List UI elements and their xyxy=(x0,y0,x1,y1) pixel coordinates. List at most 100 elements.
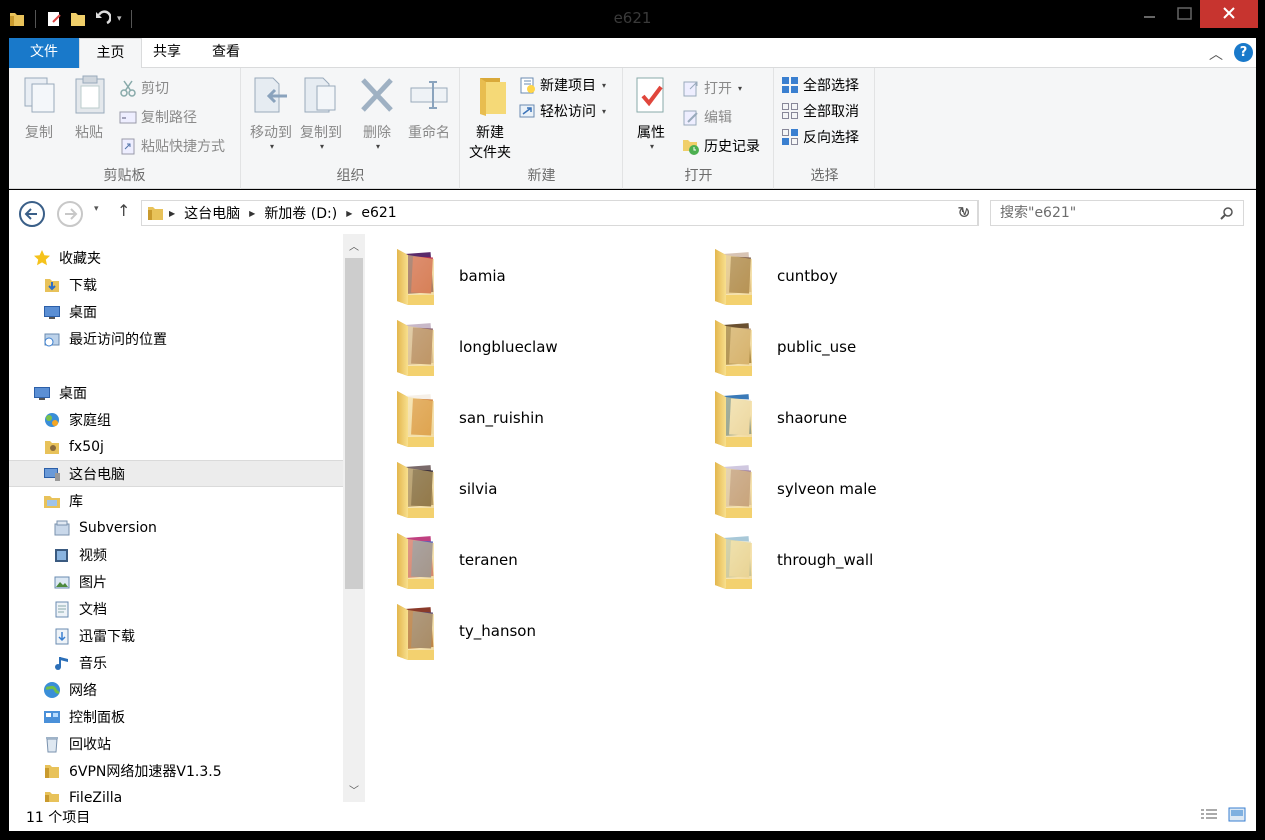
easy-access-button[interactable]: 轻松访问 ▾ xyxy=(518,100,606,122)
select-group: 全部选择 全部取消 反向选择 选择 xyxy=(775,68,875,189)
new-group-label: 新建 xyxy=(527,168,556,184)
nav-network[interactable]: 网络 xyxy=(43,676,97,703)
downloads-folder-icon xyxy=(45,278,59,292)
music-icon xyxy=(55,656,68,670)
select-none-button[interactable]: 全部取消 xyxy=(781,100,859,122)
folder-thumbnail-icon xyxy=(394,600,444,662)
edit-button[interactable]: 编辑 xyxy=(682,106,732,128)
search-box[interactable]: 搜索"e621" xyxy=(990,200,1244,226)
breadcrumb-separator-icon[interactable]: ▶ xyxy=(346,209,352,218)
nav-documents[interactable]: 文档 xyxy=(53,595,107,622)
history-button[interactable]: 历史记录 xyxy=(682,135,760,157)
nav-filezilla-folder[interactable]: FileZilla xyxy=(43,784,122,802)
folder-item[interactable]: through_wall xyxy=(712,528,873,592)
scrollbar-thumb[interactable] xyxy=(345,258,363,589)
rename-label: 重命名 xyxy=(408,125,450,141)
breadcrumb-drive-d[interactable]: 新加卷 (D:) xyxy=(264,203,337,223)
search-placeholder: 搜索"e621" xyxy=(1000,205,1077,221)
copy-button[interactable]: 复制 xyxy=(17,74,61,142)
tab-share[interactable]: 共享 xyxy=(142,38,192,68)
breadcrumb-separator-icon[interactable]: ▶ xyxy=(169,209,175,218)
folder-item[interactable]: longblueclaw xyxy=(394,315,558,379)
nav-recent-places[interactable]: 最近访问的位置 xyxy=(43,325,167,352)
copy-to-button[interactable]: 复制到 ▾ xyxy=(297,74,345,151)
scroll-up-arrow-icon[interactable]: ︿ xyxy=(343,238,365,258)
nav-libraries[interactable]: 库 xyxy=(43,487,83,514)
minimize-button[interactable] xyxy=(1130,0,1170,28)
cut-button[interactable]: 剪切 xyxy=(119,77,169,99)
nav-user-folder[interactable]: fx50j xyxy=(43,433,104,460)
folder-item[interactable]: ty_hanson xyxy=(394,599,536,663)
move-to-button[interactable]: 移动到 ▾ xyxy=(247,74,295,151)
new-item-button[interactable]: 新建项目 ▾ xyxy=(518,74,606,96)
nav-desktop-favorite[interactable]: 桌面 xyxy=(43,298,97,325)
breadcrumb-e621[interactable]: e621 xyxy=(361,205,396,221)
scissors-icon xyxy=(120,80,136,97)
nav-xunlei-downloads[interactable]: 迅雷下载 xyxy=(53,622,135,649)
open-group-label: 打开 xyxy=(684,168,713,184)
nav-recycle-bin[interactable]: 回收站 xyxy=(43,730,111,757)
folder-item[interactable]: shaorune xyxy=(712,386,847,450)
select-none-label: 全部取消 xyxy=(803,104,859,120)
address-bar[interactable]: ▶ 这台电脑 ▶ 新加卷 (D:) ▶ e621 ∨ xyxy=(141,200,978,226)
collapse-ribbon-chevron-icon[interactable]: ︿ xyxy=(1209,44,1223,64)
open-dropdown-icon: ▾ xyxy=(738,83,743,93)
nav-videos[interactable]: 视频 xyxy=(53,541,107,568)
nav-control-panel[interactable]: 控制面板 xyxy=(43,703,125,730)
folder-item[interactable]: san_ruishin xyxy=(394,386,544,450)
paste-button[interactable]: 粘贴 xyxy=(67,74,111,142)
nav-homegroup[interactable]: 家庭组 xyxy=(43,406,111,433)
delete-button[interactable]: 删除 ▾ xyxy=(357,74,397,151)
back-button[interactable] xyxy=(19,201,45,227)
new-folder-button[interactable]: 新建 文件夹 xyxy=(465,74,515,162)
folder-item[interactable]: silvia xyxy=(394,457,497,521)
tab-view[interactable]: 查看 xyxy=(202,38,250,68)
refresh-button[interactable]: ↻ xyxy=(950,200,979,226)
folder-item[interactable]: sylveon male xyxy=(712,457,877,521)
nav-pictures[interactable]: 图片 xyxy=(53,568,107,595)
delete-label: 删除 xyxy=(363,125,391,141)
easy-access-dropdown-icon: ▾ xyxy=(602,106,607,116)
folder-item[interactable]: teranen xyxy=(394,528,518,592)
rename-button[interactable]: 重命名 xyxy=(404,74,454,142)
folder-thumbnail-icon xyxy=(712,458,762,520)
breadcrumb-separator-icon[interactable]: ▶ xyxy=(249,209,255,218)
invert-selection-button[interactable]: 反向选择 xyxy=(781,126,859,148)
select-all-button[interactable]: 全部选择 xyxy=(781,74,859,96)
breadcrumb-this-pc[interactable]: 这台电脑 xyxy=(184,203,240,223)
details-view-icon[interactable] xyxy=(1200,807,1218,823)
folder-thumbnail-icon xyxy=(712,387,762,449)
control-panel-icon xyxy=(44,710,60,723)
nav-subversion[interactable]: Subversion xyxy=(53,514,157,541)
folder-item[interactable]: bamia xyxy=(394,244,506,308)
open-button[interactable]: 打开 ▾ xyxy=(682,77,742,99)
folder-item[interactable]: cuntboy xyxy=(712,244,838,308)
clipboard-group: 复制 粘贴 剪切 复制路径 粘贴快捷方式 剪贴板 xyxy=(9,68,241,189)
tab-file[interactable]: 文件 xyxy=(9,38,79,68)
move-to-icon xyxy=(254,77,287,113)
nav-this-pc[interactable]: 这台电脑 xyxy=(9,460,343,487)
easy-access-label: 轻松访问 xyxy=(540,104,596,120)
scroll-down-arrow-icon[interactable]: ﹀ xyxy=(343,782,365,802)
maximize-button[interactable] xyxy=(1170,0,1200,28)
nav-desktop[interactable]: 桌面 xyxy=(33,379,87,406)
properties-button[interactable]: 属性 ▾ xyxy=(631,74,671,151)
nav-pane-scrollbar[interactable]: ︿ ﹀ xyxy=(343,234,365,802)
large-icons-view-icon[interactable] xyxy=(1228,807,1246,823)
navigation-pane: 收藏夹 下载 桌面 最近访问的位置 桌面 家庭组 fx50j 这台电脑 库 Su… xyxy=(9,234,366,802)
up-arrow-icon[interactable]: ↑ xyxy=(117,201,130,220)
nav-music[interactable]: 音乐 xyxy=(53,649,107,676)
folder-item[interactable]: public_use xyxy=(712,315,856,379)
tab-home[interactable]: 主页 xyxy=(79,38,142,69)
forward-button[interactable] xyxy=(57,201,83,227)
recent-locations-chevron-icon[interactable]: ▾ xyxy=(94,204,99,214)
new-folder-icon xyxy=(480,78,506,116)
help-icon[interactable]: ? xyxy=(1234,43,1253,62)
nav-favorites[interactable]: 收藏夹 xyxy=(33,244,101,271)
open-label: 打开 xyxy=(704,81,732,97)
close-button[interactable] xyxy=(1200,0,1258,28)
paste-shortcut-button[interactable]: 粘贴快捷方式 xyxy=(119,135,225,157)
nav-downloads[interactable]: 下载 xyxy=(43,271,97,298)
nav-vpn-folder[interactable]: 6VPN网络加速器V1.3.5 xyxy=(43,757,222,784)
copy-path-button[interactable]: 复制路径 xyxy=(119,106,197,128)
